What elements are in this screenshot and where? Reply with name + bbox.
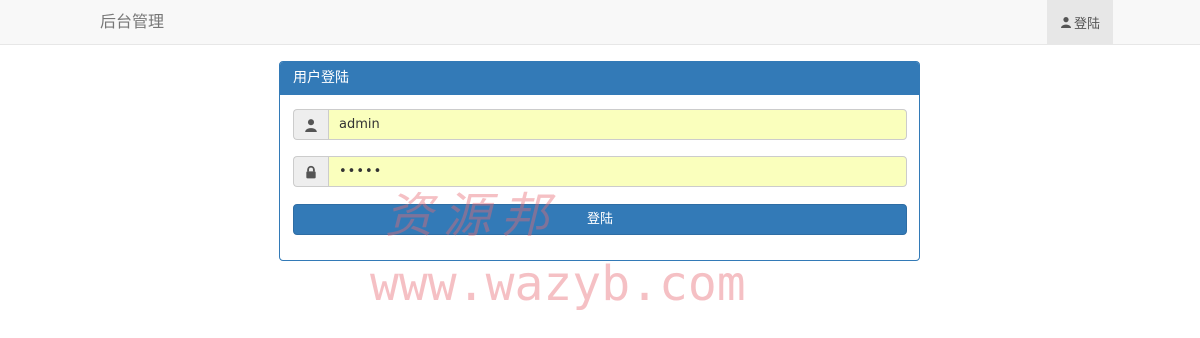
username-group [293, 109, 907, 140]
lock-icon [293, 156, 328, 187]
watermark-url: www.wazyb.com [370, 256, 746, 312]
navbar: 后台管理 登陆 [0, 0, 1200, 45]
nav-login-link[interactable]: 登陆 [1047, 0, 1113, 44]
user-icon [1060, 16, 1072, 28]
password-field[interactable] [328, 156, 907, 187]
password-group [293, 156, 907, 187]
username-field[interactable] [328, 109, 907, 140]
login-panel: 用户登陆 登陆 [279, 61, 920, 261]
nav-login-label: 登陆 [1073, 16, 1100, 32]
panel-heading: 用户登陆 [280, 62, 919, 95]
brand-title[interactable]: 后台管理 [100, 0, 164, 44]
user-icon [293, 109, 328, 140]
login-button[interactable]: 登陆 [293, 204, 907, 235]
